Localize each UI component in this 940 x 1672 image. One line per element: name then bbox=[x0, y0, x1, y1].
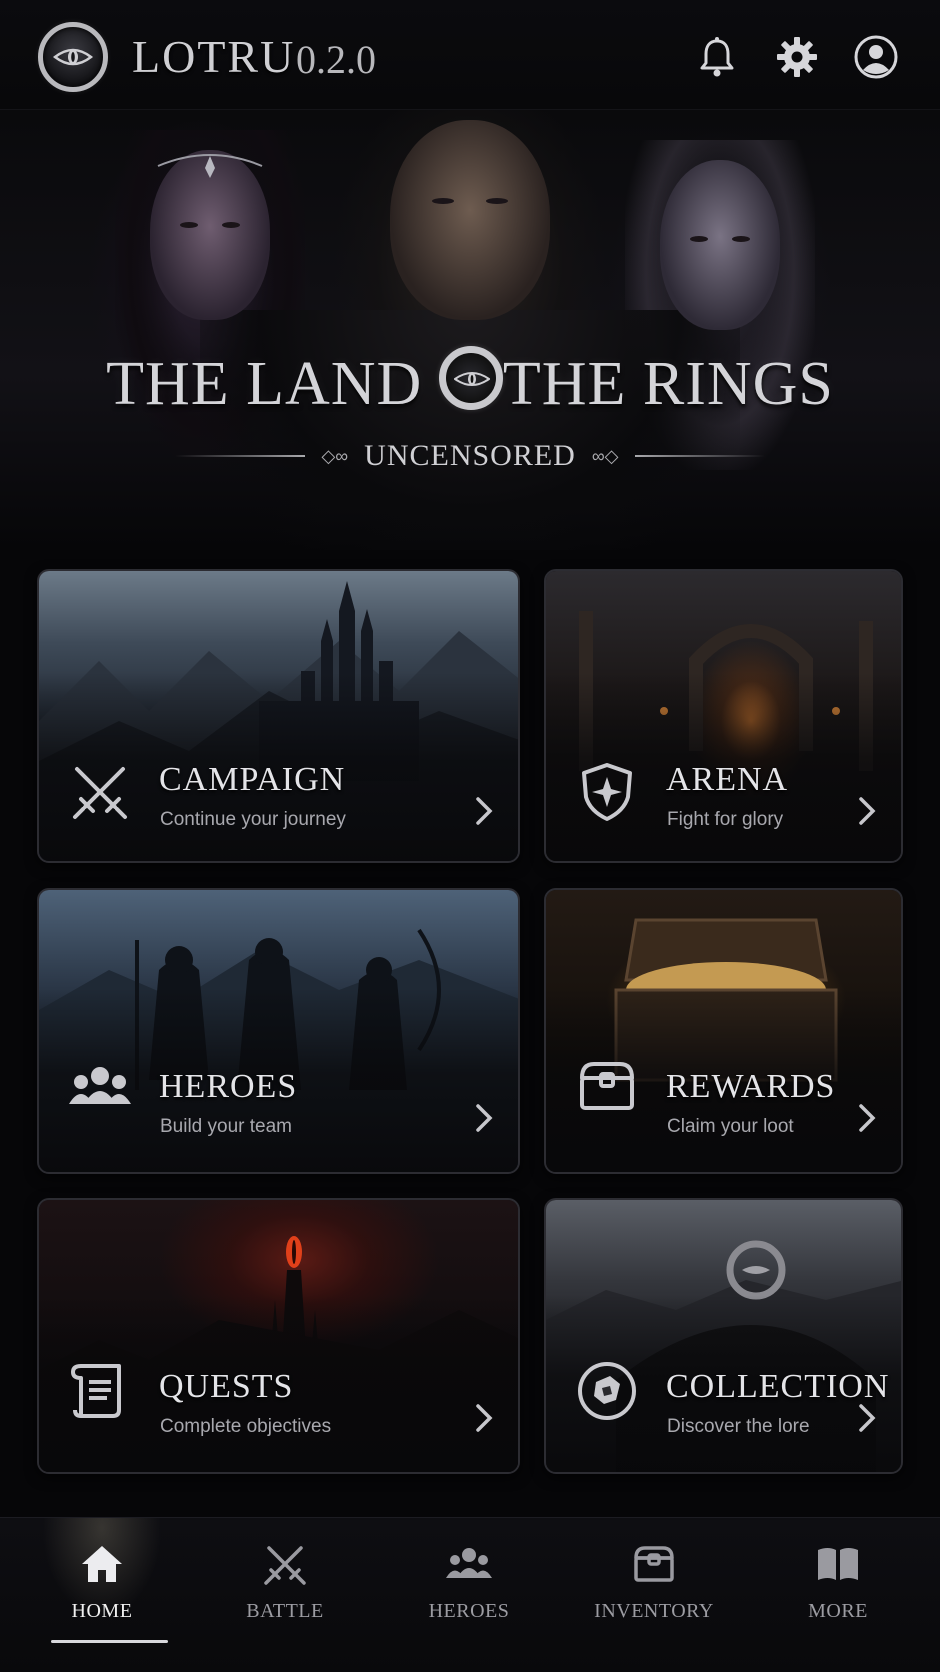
subtitle-row: ◇∞ UNCENSORED ∞◇ bbox=[0, 436, 940, 476]
group-icon bbox=[445, 1540, 493, 1588]
treasure-chest-icon bbox=[630, 1540, 678, 1588]
game-title-part2: THE RINGS bbox=[502, 350, 834, 418]
hero-banner: THE LAND THE RINGS ◇∞ UNCENSORED ∞◇ bbox=[0, 110, 940, 550]
nav-inventory[interactable]: INVENTORY bbox=[560, 1518, 748, 1672]
app-root: LOTRU 0.2.0 THE LAND THE RINGS ◇∞ UNCENS… bbox=[0, 0, 940, 1672]
bottom-navigation: HOME BATTLE HEROES INVENTORY MORE bbox=[0, 1517, 940, 1672]
bell-icon[interactable] bbox=[694, 34, 740, 80]
app-version: 0.2.0 bbox=[296, 37, 376, 82]
nav-more[interactable]: MORE bbox=[744, 1518, 932, 1672]
quests-subtitle: Complete objectives bbox=[160, 1416, 332, 1437]
arena-title: ARENA bbox=[666, 761, 789, 798]
quests-card[interactable]: QUESTS Complete objectives bbox=[37, 1198, 520, 1474]
eye-logo-icon[interactable] bbox=[38, 22, 108, 92]
rewards-card[interactable]: REWARDS Claim your loot bbox=[544, 888, 903, 1174]
chevron-right-icon bbox=[859, 797, 876, 825]
game-title: THE LAND THE RINGS bbox=[0, 346, 940, 420]
app-title: LOTRU bbox=[132, 31, 296, 82]
campaign-card[interactable]: CAMPAIGN Continue your journey bbox=[37, 569, 520, 863]
gear-icon[interactable] bbox=[774, 34, 820, 80]
rewards-subtitle: Claim your loot bbox=[667, 1116, 794, 1137]
heroes-subtitle: Build your team bbox=[160, 1116, 293, 1137]
shield-star-icon bbox=[574, 759, 640, 825]
game-title-part1: THE LAND bbox=[106, 350, 439, 418]
nav-heroes-label: HEROES bbox=[428, 1600, 510, 1622]
ring-eye-icon bbox=[438, 346, 503, 410]
campaign-subtitle: Continue your journey bbox=[160, 809, 346, 830]
collection-subtitle: Discover the lore bbox=[667, 1416, 810, 1437]
ornament-line-left bbox=[175, 455, 306, 457]
hero-face-center bbox=[390, 120, 550, 320]
home-icon bbox=[78, 1540, 126, 1588]
chevron-right-icon bbox=[859, 1404, 876, 1432]
chevron-right-icon bbox=[476, 1104, 493, 1132]
rewards-title: REWARDS bbox=[666, 1068, 836, 1105]
chevron-right-icon bbox=[859, 1104, 876, 1132]
scroll-icon bbox=[67, 1358, 133, 1424]
ornament-left-icon: ◇∞ bbox=[321, 445, 349, 466]
game-subtitle: UNCENSORED bbox=[364, 439, 576, 472]
heroes-card[interactable]: HEROES Build your team bbox=[37, 888, 520, 1174]
campaign-title: CAMPAIGN bbox=[159, 761, 346, 798]
nav-inventory-label: INVENTORY bbox=[594, 1600, 714, 1622]
nav-battle-label: BATTLE bbox=[246, 1600, 324, 1622]
heroes-title: HEROES bbox=[159, 1068, 298, 1105]
nav-home-label: HOME bbox=[71, 1600, 133, 1622]
ornament-line-right bbox=[634, 455, 765, 457]
hero-face-right bbox=[660, 160, 780, 330]
nav-heroes[interactable]: HEROES bbox=[375, 1518, 563, 1672]
nav-battle[interactable]: BATTLE bbox=[191, 1518, 379, 1672]
open-book-icon bbox=[814, 1540, 862, 1588]
circlet-icon bbox=[157, 154, 263, 178]
chevron-right-icon bbox=[476, 1404, 493, 1432]
arena-card[interactable]: ARENA Fight for glory bbox=[544, 569, 903, 863]
chevron-right-icon bbox=[476, 797, 493, 825]
ornament-right-icon: ∞◇ bbox=[591, 445, 619, 466]
arena-subtitle: Fight for glory bbox=[667, 809, 784, 830]
group-icon bbox=[67, 1054, 133, 1120]
collection-card[interactable]: COLLECTION Discover the lore bbox=[544, 1198, 903, 1474]
top-bar: LOTRU 0.2.0 bbox=[0, 0, 940, 110]
treasure-chest-icon bbox=[574, 1054, 640, 1120]
map-medallion-icon bbox=[574, 1358, 640, 1424]
nav-home[interactable]: HOME bbox=[8, 1518, 196, 1672]
user-profile-icon[interactable] bbox=[853, 34, 899, 80]
crossed-swords-icon bbox=[261, 1540, 309, 1588]
nav-active-indicator bbox=[51, 1640, 168, 1643]
quests-title: QUESTS bbox=[159, 1368, 294, 1405]
crossed-swords-icon bbox=[67, 759, 133, 825]
nav-more-label: MORE bbox=[808, 1600, 868, 1622]
